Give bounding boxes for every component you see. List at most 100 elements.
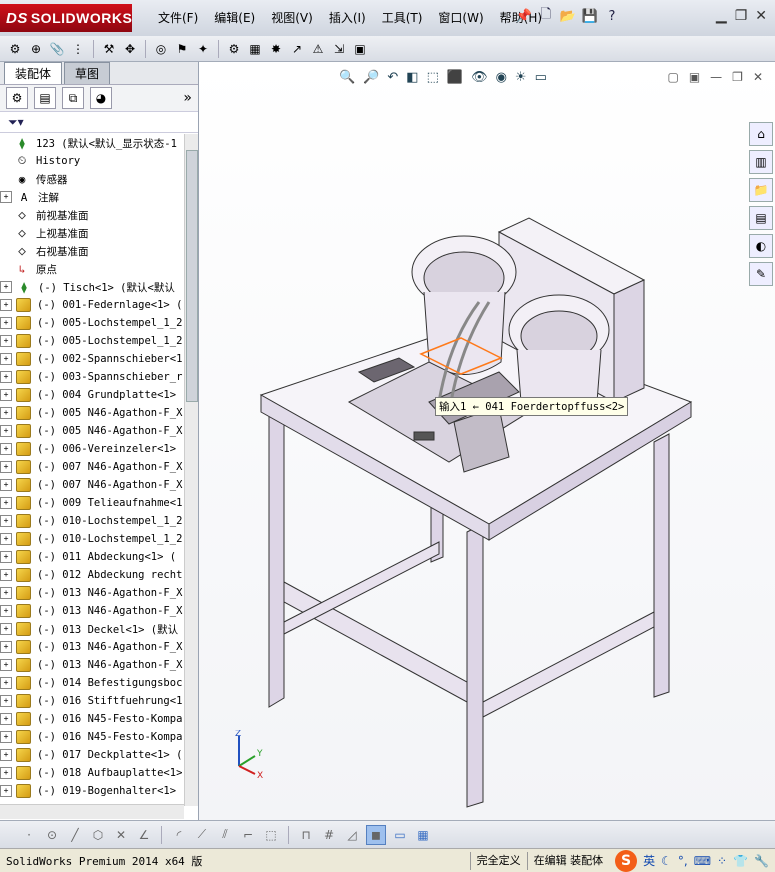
tree-vertical-scrollbar[interactable] (184, 134, 198, 806)
menu-window[interactable]: 窗口(W) (430, 9, 491, 27)
new-motion-study-icon[interactable]: ⚙ (225, 40, 243, 58)
fillet-icon[interactable]: ◜ (170, 826, 188, 844)
tree-item[interactable]: + ⧫ (-) Tisch<1> (默认<默认 (0, 278, 184, 296)
grid-icon[interactable]: # (320, 826, 338, 844)
tree-item[interactable]: + (-) 010-Lochstempel_1_2 (0, 512, 184, 530)
expand-toggle[interactable]: + (0, 281, 12, 293)
mirror-icon[interactable]: ◿ (343, 826, 361, 844)
tree-item[interactable]: + (-) 003-Spannschieber_r (0, 368, 184, 386)
shaded-view-icon[interactable]: ◼ (366, 824, 386, 845)
keyboard-icon[interactable]: ⌨ (694, 854, 711, 868)
chamfer-icon[interactable]: ⟋ (193, 826, 211, 844)
filter-icon[interactable]: ⏷▾ (8, 115, 24, 130)
expand-toggle[interactable]: + (0, 623, 12, 635)
offset-icon[interactable]: ⫽ (216, 826, 234, 844)
tree-item[interactable]: + (-) 007 N46-Agathon-F_X (0, 476, 184, 494)
tree-item[interactable]: ◇ 上视基准面 (0, 224, 184, 242)
tree-item[interactable]: + (-) 013 N46-Agathon-F_X (0, 584, 184, 602)
mate-icon[interactable]: 📎 (48, 40, 66, 58)
tree-item[interactable]: + (-) 005 N46-Agathon-F_X (0, 404, 184, 422)
show-hidden-icon[interactable]: ◎ (152, 40, 170, 58)
menu-view[interactable]: 视图(V) (263, 9, 321, 27)
single-view-icon[interactable]: ▭ (391, 826, 409, 844)
tree-item[interactable]: + (-) 013 N46-Agathon-F_X (0, 638, 184, 656)
expand-panel-icon[interactable]: » (183, 90, 192, 106)
expand-toggle[interactable]: + (0, 587, 12, 599)
assembly-features-icon[interactable]: ⚑ (173, 40, 191, 58)
menu-edit[interactable]: 编辑(E) (206, 9, 263, 27)
restore-icon[interactable]: ❐ (735, 8, 748, 24)
tree-item[interactable]: + (-) 009 Telieaufnahme<1 (0, 494, 184, 512)
expand-toggle[interactable]: + (0, 767, 12, 779)
expand-toggle[interactable]: + (0, 407, 12, 419)
feature-manager-icon[interactable]: ⚙ (6, 87, 28, 109)
expand-toggle[interactable]: + (0, 713, 12, 725)
tree-item[interactable]: + (-) 017 Deckplatte<1> ( (0, 746, 184, 764)
tree-item[interactable]: + (-) 007 N46-Agathon-F_X (0, 458, 184, 476)
tree-item[interactable]: + (-) 016 N45-Festo-Kompa (0, 728, 184, 746)
pin-icon[interactable]: 📌 (515, 7, 533, 25)
tree-horizontal-scrollbar[interactable] (0, 804, 184, 819)
tree-item[interactable]: + (-) 019-Bogenhalter<1> (0, 782, 184, 800)
punctuation-icon[interactable]: °, (678, 854, 688, 868)
expand-toggle[interactable]: + (0, 515, 12, 527)
linear-pattern-icon[interactable]: ⋮ (69, 40, 87, 58)
menu-file[interactable]: 文件(F) (150, 9, 206, 27)
expand-toggle[interactable]: + (0, 569, 12, 581)
performance-icon[interactable]: ▣ (351, 40, 369, 58)
expand-toggle[interactable]: + (0, 641, 12, 653)
tree-item[interactable]: + (-) 013 N46-Agathon-F_X (0, 602, 184, 620)
expand-toggle[interactable]: + (0, 389, 12, 401)
expand-toggle[interactable]: + (0, 695, 12, 707)
tree-item[interactable]: ◇ 前视基准面 (0, 206, 184, 224)
shirt-icon[interactable]: 👕 (733, 854, 748, 868)
expand-toggle[interactable]: + (0, 659, 12, 671)
tab-sketch[interactable]: 草图 (64, 62, 111, 84)
angle-icon[interactable]: ∠ (135, 826, 153, 844)
new-document-icon[interactable]: 🗋 (537, 7, 555, 25)
ime-language[interactable]: 英 (643, 852, 655, 869)
tree-item[interactable]: + (-) 011 Abdeckung<1> ( (0, 548, 184, 566)
tree-item[interactable]: + (-) 006-Vereinzeler<1> (0, 440, 184, 458)
tree-item[interactable]: + (-) 012 Abdeckung recht (0, 566, 184, 584)
expand-toggle[interactable]: + (0, 479, 12, 491)
property-manager-icon[interactable]: ▤ (34, 87, 56, 109)
scrollbar-thumb[interactable] (186, 150, 198, 402)
tree-item[interactable]: + (-) 001-Federnlage<1> ( (0, 296, 184, 314)
tree-item[interactable]: ↳ 原点 (0, 260, 184, 278)
close-icon[interactable]: ✕ (755, 8, 767, 24)
tree-item[interactable]: ◉ 传感器 (0, 170, 184, 188)
move-component-icon[interactable]: ✥ (121, 40, 139, 58)
tree-root[interactable]: ⧫ 123 (默认<默认_显示状态-1 (0, 134, 184, 152)
tree-item[interactable]: + (-) 005-Lochstempel_1_2 (0, 314, 184, 332)
expand-toggle[interactable]: + (0, 731, 12, 743)
bill-of-materials-icon[interactable]: ▦ (246, 40, 264, 58)
moon-icon[interactable]: ☾ (661, 854, 672, 868)
assembly-model[interactable] (199, 62, 775, 820)
tree-item[interactable]: + (-) 018 Aufbauplatte<1> (0, 764, 184, 782)
menu-insert[interactable]: 插入(I) (321, 9, 374, 27)
graphics-area[interactable]: 🔍 🔎 ↶ ◧ ⬚ ⬛ 👁 ◉ ☀ ▭ ▢ ▣ — ❐ ✕ ⌂ ▥ 📁 ▤ ◐ … (199, 62, 775, 820)
expand-toggle[interactable]: + (0, 605, 12, 617)
tree-item[interactable]: + (-) 013 N46-Agathon-F_X (0, 656, 184, 674)
clearance-icon[interactable]: ⇲ (330, 40, 348, 58)
expand-toggle[interactable]: + (0, 443, 12, 455)
four-view-icon[interactable]: ▦ (414, 826, 432, 844)
expand-toggle[interactable]: + (0, 191, 12, 203)
expand-toggle[interactable]: + (0, 677, 12, 689)
tree-item[interactable]: + (-) 002-Spannschieber<1 (0, 350, 184, 368)
expand-toggle[interactable]: + (0, 533, 12, 545)
expand-toggle[interactable]: + (0, 497, 12, 509)
trim-icon[interactable]: ✕ (112, 826, 130, 844)
polygon-icon[interactable]: ⬡ (89, 826, 107, 844)
tree-item[interactable]: + (-) 005-Lochstempel_1_2 (0, 332, 184, 350)
sogou-ime-icon[interactable]: S (615, 849, 638, 872)
expand-toggle[interactable]: + (0, 371, 12, 383)
tree-item[interactable]: + (-) 016 N45-Festo-Kompa (0, 710, 184, 728)
dots-icon[interactable]: ⁘ (717, 854, 727, 868)
configuration-manager-icon[interactable]: ⧉ (62, 87, 84, 109)
exploded-view-icon[interactable]: ✸ (267, 40, 285, 58)
display-manager-icon[interactable]: ◕ (90, 87, 112, 109)
tree-item[interactable]: + (-) 004 Grundplatte<1> (0, 386, 184, 404)
reference-geometry-icon[interactable]: ✦ (194, 40, 212, 58)
